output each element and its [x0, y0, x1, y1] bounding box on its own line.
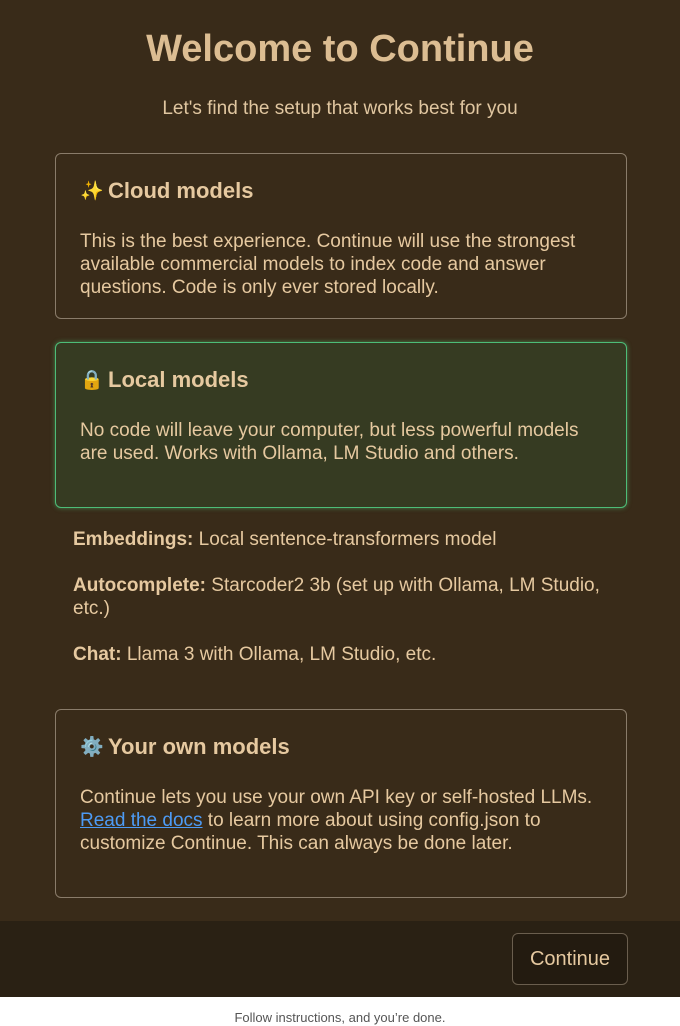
chat-row: Chat: Llama 3 with Ollama, LM Studio, et…	[73, 643, 613, 666]
cloud-models-description: This is the best experience. Continue wi…	[80, 231, 576, 298]
sparkles-icon: ✨	[80, 180, 104, 202]
page-title: Welcome to Continue	[146, 28, 534, 70]
chat-value: Llama 3 with Ollama, LM Studio, etc.	[121, 644, 437, 665]
autocomplete-label: Autocomplete:	[73, 575, 206, 596]
chat-label: Chat:	[73, 644, 122, 665]
cloud-models-title: ✨ Cloud models	[80, 178, 253, 204]
gear-icon: ⚙️	[80, 736, 104, 758]
continue-button[interactable]: Continue	[512, 933, 628, 985]
autocomplete-row: Autocomplete: Starcoder2 3b (set up with…	[73, 574, 613, 620]
embeddings-row: Embeddings: Local sentence-transformers …	[73, 528, 613, 551]
footer-bar: Continue	[0, 921, 680, 997]
cloud-models-option[interactable]: ✨ Cloud models This is the best experien…	[55, 153, 627, 319]
page-subtitle: Let's find the setup that works best for…	[162, 98, 518, 119]
own-models-title: ⚙️ Your own models	[80, 734, 290, 760]
embeddings-label: Embeddings:	[73, 529, 194, 550]
embeddings-value: Local sentence-transformers model	[193, 529, 497, 550]
cloud-models-label: Cloud models	[108, 178, 254, 203]
read-the-docs-link[interactable]: Read the docs	[80, 810, 203, 831]
own-models-option[interactable]: ⚙️ Your own models Continue lets you use…	[55, 709, 627, 898]
local-models-title: 🔒 Local models	[80, 367, 249, 393]
caption: Follow instructions, and you’re done.	[234, 1010, 446, 1025]
local-models-label: Local models	[108, 367, 249, 392]
local-models-option[interactable]: 🔒 Local models No code will leave your c…	[55, 342, 627, 508]
onboarding-panel: Welcome to Continue Let's find the setup…	[0, 0, 680, 997]
own-models-label: Your own models	[108, 734, 290, 759]
local-models-description: No code will leave your computer, but le…	[80, 420, 579, 464]
lock-icon: 🔒	[80, 369, 104, 391]
own-models-description: Continue lets you use your own API key o…	[80, 786, 602, 855]
own-models-text-before: Continue lets you use your own API key o…	[80, 787, 593, 808]
